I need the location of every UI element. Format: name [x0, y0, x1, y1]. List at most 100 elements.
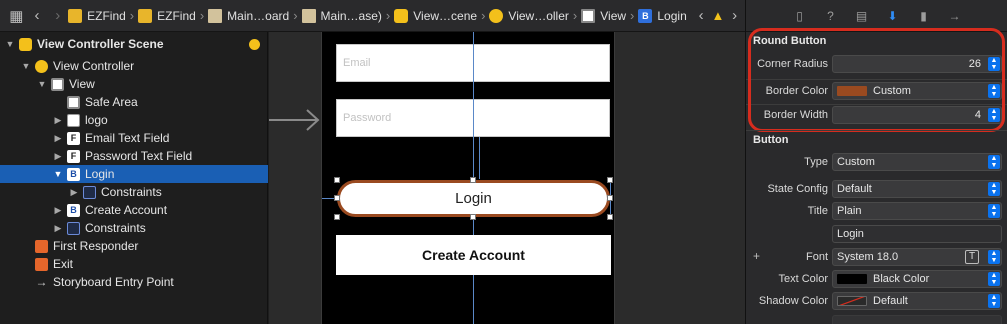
jumpbar-item-storyboard[interactable]: Main…oard — [208, 8, 289, 23]
jumpbar-item-project[interactable]: EZFind — [68, 8, 126, 23]
resize-handle[interactable] — [470, 177, 476, 183]
path-separator-icon: › — [293, 8, 298, 23]
popup-arrows-icon: ▲ ▼ — [988, 182, 1000, 196]
issue-forward-chevron-icon[interactable]: › — [724, 5, 745, 27]
resize-handle[interactable] — [470, 214, 476, 220]
resize-handle[interactable] — [334, 214, 340, 220]
device-view[interactable]: Email Password Login Create Account — [321, 32, 615, 324]
outline-row-email-text-field[interactable]: ▶ F Email Text Field — [0, 129, 268, 147]
back-chevron-icon[interactable]: ‹ — [27, 5, 48, 27]
create-account-button[interactable]: Create Account — [336, 235, 611, 275]
outline-row-exit[interactable]: Exit — [0, 255, 268, 273]
size-inspector-icon[interactable]: ▮ — [916, 8, 932, 24]
divider — [746, 130, 1007, 131]
disclosure-open-icon[interactable]: ▼ — [20, 61, 32, 71]
scene-icon — [394, 8, 409, 23]
identity-inspector-icon[interactable]: ▤ — [854, 8, 870, 24]
highlight-ring — [748, 28, 1005, 132]
folder-icon — [138, 8, 153, 23]
disclosure-open-icon[interactable]: ▼ — [52, 169, 64, 179]
font-label: Font — [805, 251, 828, 263]
outline-row-safe-area[interactable]: Safe Area — [0, 93, 268, 111]
popup-arrows-icon: ▲ ▼ — [988, 204, 1000, 218]
section-title-button: Button — [753, 134, 789, 146]
resize-handle[interactable] — [607, 214, 613, 220]
type-label: Type — [804, 156, 828, 168]
safe-area-icon — [67, 95, 80, 109]
resize-handle[interactable] — [334, 195, 340, 201]
jumpbar-item-view-controller[interactable]: View…oller — [489, 8, 569, 23]
popup-arrows-icon: ▲ ▼ — [988, 294, 1000, 308]
jumpbar-item-login[interactable]: B Login — [638, 8, 687, 23]
jumpbar-item-storyboard-base[interactable]: Main…ase) — [301, 8, 382, 23]
text-field-icon: F — [67, 149, 80, 163]
outline-row-view-controller[interactable]: ▼ View Controller — [0, 57, 268, 75]
path-separator-icon: › — [481, 8, 486, 23]
disclosure-closed-icon[interactable]: ▶ — [52, 223, 64, 234]
resize-handle[interactable] — [607, 195, 613, 201]
font-picker-icon[interactable]: T — [965, 250, 979, 264]
forward-chevron-icon[interactable]: › — [47, 5, 68, 27]
jumpbar-item-scene[interactable]: View…cene — [394, 8, 477, 23]
popup-arrows-icon: ▲ ▼ — [988, 155, 1000, 169]
next-field-partial[interactable] — [832, 315, 1002, 324]
constraints-icon — [67, 221, 80, 235]
outline-row-logo[interactable]: ▶ logo — [0, 111, 268, 129]
state-config-popup[interactable]: Default ▲ ▼ — [832, 180, 1002, 198]
storyboard-entry-arrow-icon — [269, 109, 320, 131]
attributes-inspector-icon[interactable]: ⬇ — [885, 8, 901, 24]
document-outline: ▼ View Controller Scene ▼ View Controlle… — [0, 32, 268, 324]
disclosure-closed-icon[interactable]: ▶ — [52, 115, 64, 126]
outline-row-view[interactable]: ▼ View — [0, 75, 268, 93]
help-inspector-icon[interactable]: ? — [823, 8, 839, 24]
button-b-icon: B — [638, 8, 653, 23]
jumpbar-item-view[interactable]: View — [581, 8, 626, 23]
outline-row-view-constraints[interactable]: ▶ Constraints — [0, 219, 268, 237]
text-color-popup[interactable]: Black Color ▲ ▼ — [832, 270, 1002, 288]
outline-row-create-account[interactable]: ▶ B Create Account — [0, 201, 268, 219]
outline-row-password-text-field[interactable]: ▶ F Password Text Field — [0, 147, 268, 165]
disclosure-closed-icon[interactable]: ▶ — [52, 205, 64, 216]
attributes-inspector: ▯ ? ▤ ⬇ ▮ → Round Button Corner Radius 2… — [745, 0, 1007, 324]
resize-handle[interactable] — [607, 177, 613, 183]
storyboard-canvas[interactable]: Email Password Login Create Account — [269, 32, 745, 324]
button-icon: B — [67, 203, 80, 217]
state-config-label: State Config — [767, 183, 828, 195]
popup-arrows-icon: ▲ ▼ — [988, 272, 1000, 286]
disclosure-closed-icon[interactable]: ▶ — [52, 151, 64, 162]
stepper-icon[interactable]: ▲ ▼ — [988, 250, 1000, 264]
text-field-icon: F — [67, 131, 80, 145]
disclosure-closed-icon[interactable]: ▶ — [52, 133, 64, 144]
text-color-label: Text Color — [778, 273, 828, 285]
disclosure-open-icon[interactable]: ▼ — [4, 39, 16, 49]
first-responder-icon — [35, 239, 48, 253]
font-field[interactable]: System 18.0 T ▲ ▼ — [832, 248, 1002, 266]
constraints-icon — [83, 185, 96, 199]
title-text-field[interactable]: Login — [832, 225, 1002, 243]
disclosure-closed-icon[interactable]: ▶ — [68, 187, 80, 198]
disclosure-open-icon[interactable]: ▼ — [36, 79, 48, 89]
folder-icon — [68, 8, 83, 23]
jump-bar: ▦ ‹ › EZFind › EZFind › Main…oard › Main… — [0, 0, 745, 32]
file-inspector-icon[interactable]: ▯ — [792, 8, 808, 24]
outline-row-scene[interactable]: ▼ View Controller Scene — [0, 35, 268, 53]
resize-handle[interactable] — [334, 177, 340, 183]
type-popup[interactable]: Custom ▲ ▼ — [832, 153, 1002, 171]
outline-row-first-responder[interactable]: First Responder — [0, 237, 268, 255]
exit-icon — [35, 257, 48, 271]
jumpbar-item-group[interactable]: EZFind — [138, 8, 196, 23]
outline-row-login-constraints[interactable]: ▶ Constraints — [0, 183, 268, 201]
scene-arrow-badge-icon — [249, 38, 260, 50]
issue-back-chevron-icon[interactable]: ‹ — [691, 5, 712, 27]
outline-row-entry-point[interactable]: → Storyboard Entry Point — [0, 273, 268, 291]
title-style-popup[interactable]: Plain ▲ ▼ — [832, 202, 1002, 220]
shadow-color-label: Shadow Color — [758, 295, 828, 307]
warning-icon[interactable]: ▲ — [711, 8, 724, 23]
connections-inspector-icon[interactable]: → — [947, 8, 963, 24]
outline-row-login[interactable]: ▼ B Login — [0, 165, 268, 183]
color-swatch — [837, 296, 867, 306]
grid-icon[interactable]: ▦ — [6, 5, 27, 27]
login-button[interactable]: Login — [337, 180, 610, 217]
scene-icon — [19, 37, 32, 51]
shadow-color-popup[interactable]: Default ▲ ▼ — [832, 292, 1002, 310]
